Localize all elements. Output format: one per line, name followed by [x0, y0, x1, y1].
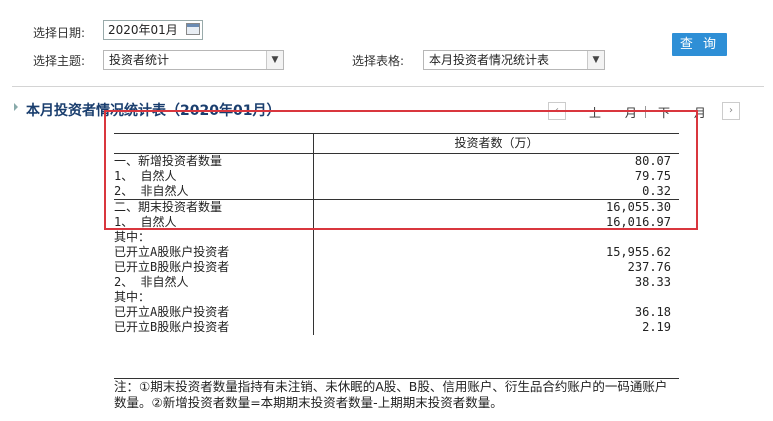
table-row: 其中： — [114, 230, 679, 245]
topic-select[interactable]: 投资者统计 ▼ — [103, 50, 284, 70]
row-value: 237.76 — [627, 260, 671, 274]
query-button[interactable]: 查 询 — [672, 33, 727, 56]
table-row: 已开立A股账户投资者 15,955.62 — [114, 245, 679, 260]
chevron-down-icon[interactable]: ▼ — [266, 51, 283, 69]
topic-label: 选择主题: — [33, 54, 86, 68]
row-value: 2.19 — [642, 320, 671, 334]
table-row: 已开立B股账户投资者 2.19 — [114, 320, 679, 335]
topic-select-value: 投资者统计 — [109, 53, 170, 67]
row-value — [314, 230, 680, 245]
table-select-value: 本月投资者情况统计表 — [429, 53, 550, 67]
row-label: 其中： — [114, 230, 314, 245]
table-row: 其中： — [114, 290, 679, 305]
table-row: 已开立A股账户投资者 36.18 — [114, 305, 679, 320]
row-label: 已开立A股账户投资者 — [114, 245, 314, 260]
highlight-box — [104, 110, 698, 230]
row-value — [314, 290, 680, 305]
table-row: 2、 非自然人 38.33 — [114, 275, 679, 290]
calendar-icon[interactable] — [186, 23, 200, 35]
row-label: 其中： — [114, 290, 314, 305]
row-label: 2、 非自然人 — [114, 275, 314, 290]
row-value: 15,955.62 — [605, 245, 671, 259]
table-select[interactable]: 本月投资者情况统计表 ▼ — [423, 50, 605, 70]
row-value: 36.18 — [634, 305, 671, 319]
bullet-arrow-icon — [14, 103, 18, 111]
table-row: 已开立B股账户投资者 237.76 — [114, 260, 679, 275]
table-label: 选择表格: — [352, 54, 405, 68]
date-label: 选择日期: — [33, 26, 86, 40]
row-label: 已开立B股账户投资者 — [114, 320, 314, 335]
row-label: 已开立A股账户投资者 — [114, 305, 314, 320]
table-footnote: 注：①期末投资者数量指持有未注销、未休眠的A股、B股、信用账户、衍生品合约账户的… — [114, 378, 679, 411]
chevron-down-icon[interactable]: ▼ — [587, 51, 604, 69]
row-label: 已开立B股账户投资者 — [114, 260, 314, 275]
row-value: 38.33 — [634, 275, 671, 289]
divider — [12, 86, 764, 87]
chevron-right-icon[interactable]: › — [722, 102, 740, 120]
